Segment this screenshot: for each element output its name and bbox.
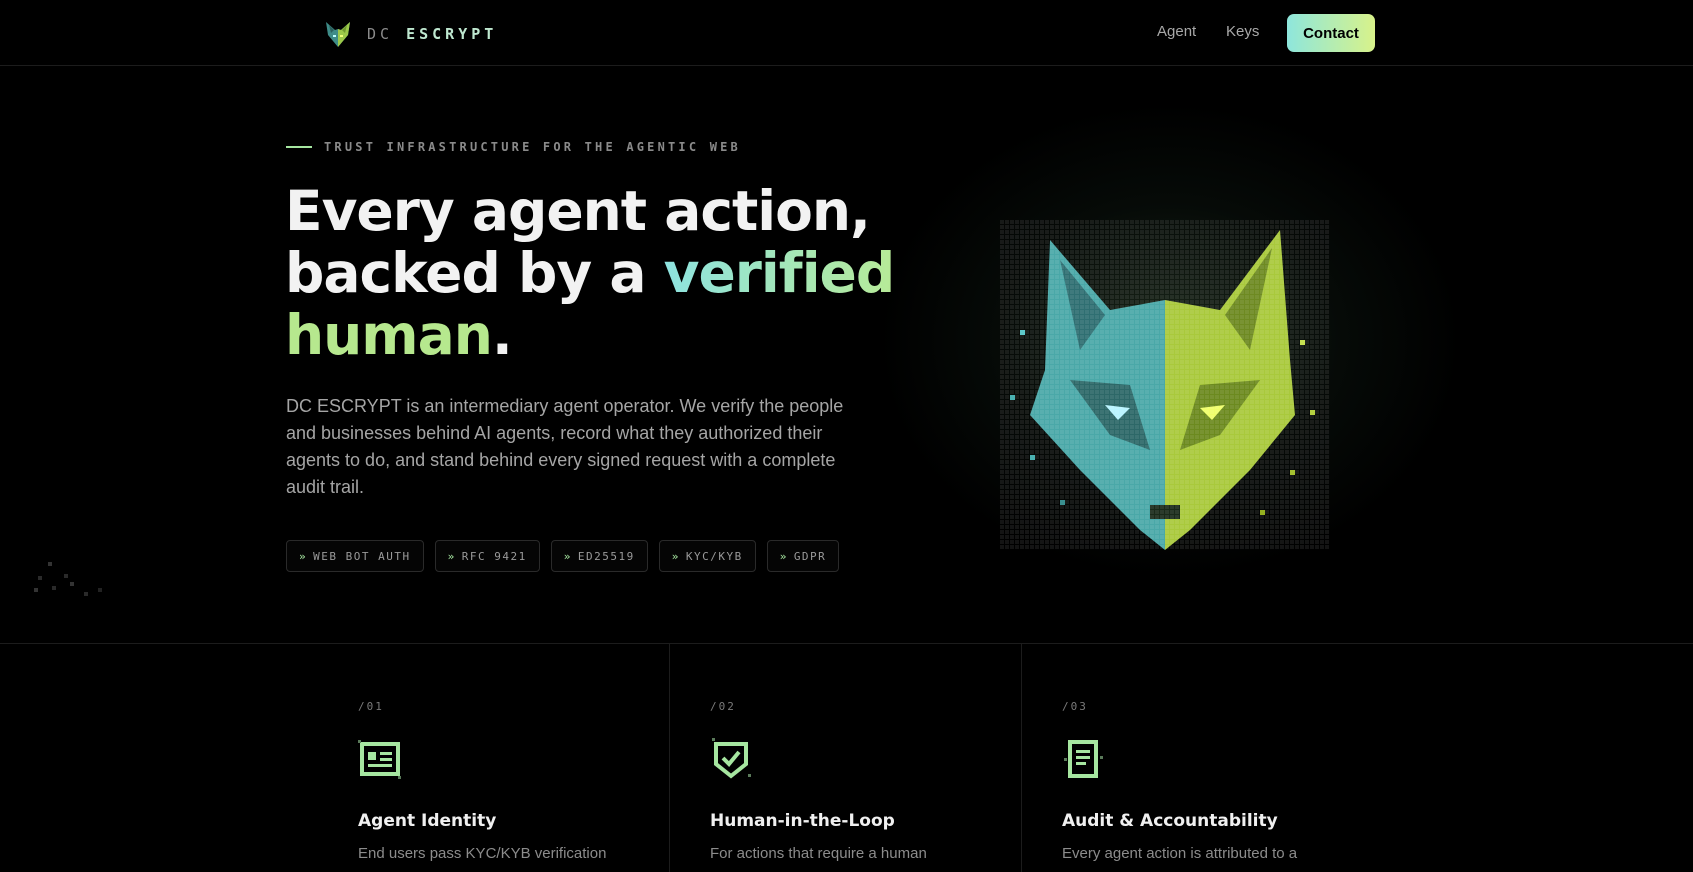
brand-logo-link[interactable]: DC ESCRYPT (323, 19, 497, 49)
tag-arrow-icon: » (671, 549, 680, 563)
headline-line-2: backed by a (285, 241, 664, 305)
contact-button[interactable]: Contact (1287, 14, 1375, 52)
feature-title: Audit & Accountability (1062, 811, 1278, 831)
fox-logo-icon (326, 22, 350, 47)
feature-description: For actions that require a human (710, 845, 927, 862)
headline-period: . (491, 303, 513, 367)
feature-divider (1021, 643, 1022, 872)
pixel-fox-icon (1000, 220, 1330, 550)
tag-kyc-kyb: » KYC/KYB (658, 540, 756, 572)
feature-number: /01 (358, 700, 384, 713)
tag-label: GDPR (793, 549, 827, 563)
site-header: DC ESCRYPT Agent Keys Contact (0, 0, 1693, 66)
brand-prefix: DC (367, 25, 394, 43)
shield-check-icon (712, 738, 751, 779)
hero-eyebrow: TRUST INFRASTRUCTURE FOR THE AGENTIC WEB (286, 140, 741, 154)
feature-description: Every agent action is attributed to a (1062, 845, 1298, 862)
hero-headline: Every agent action, backed by a verified… (285, 180, 905, 366)
feature-divider (669, 643, 670, 872)
tag-label: KYC/KYB (685, 549, 743, 563)
tag-label: WEB BOT AUTH (313, 549, 411, 563)
tag-rfc-9421: » RFC 9421 (434, 540, 540, 572)
standards-tags: » WEB BOT AUTH » RFC 9421 » ED25519 » KYC/KY… (286, 540, 840, 572)
headline-verified: verified (663, 241, 896, 305)
eyebrow-text: TRUST INFRASTRUCTURE FOR THE AGENTIC WEB (324, 140, 741, 154)
feature-description: End users pass KYC/KYB verification (358, 845, 607, 862)
document-icon (1064, 740, 1103, 778)
feature-number: /03 (1062, 700, 1088, 713)
headline-human: human (285, 303, 493, 367)
tag-gdpr: » GDPR (766, 540, 840, 572)
feature-number: /02 (710, 700, 736, 713)
hero-lead-paragraph: DC ESCRYPT is an intermediary agent oper… (286, 396, 844, 497)
id-card-icon (358, 740, 401, 779)
nav-keys-link[interactable]: Keys (1226, 23, 1259, 40)
eyebrow-line (286, 146, 312, 148)
feature-title: Human-in-the-Loop (710, 811, 895, 831)
nav-agent-link[interactable]: Agent (1157, 23, 1196, 40)
feature-title: Agent Identity (358, 811, 497, 831)
feature-card-agent-identity: /01 Agent Identity End users pass KYC/KY… (358, 700, 658, 862)
tag-arrow-icon: » (447, 549, 456, 563)
brand-name: ESCRYPT (406, 25, 498, 43)
headline-line-1: Every agent action, (285, 179, 871, 243)
tag-arrow-icon: » (299, 549, 308, 563)
tag-arrow-icon: » (563, 549, 572, 563)
tag-arrow-icon: » (779, 549, 788, 563)
tag-label: ED25519 (577, 549, 635, 563)
feature-card-human-in-the-loop: /02 Human-in-the-Loop For actions that r… (710, 700, 1010, 862)
tag-web-bot-auth: » WEB BOT AUTH (286, 540, 424, 572)
tag-label: RFC 9421 (461, 549, 527, 563)
tag-ed25519: » ED25519 (550, 540, 648, 572)
feature-card-audit-accountability: /03 Audit & Accountability Every agent a… (1062, 700, 1362, 862)
pixel-decoration-icon (34, 562, 102, 596)
